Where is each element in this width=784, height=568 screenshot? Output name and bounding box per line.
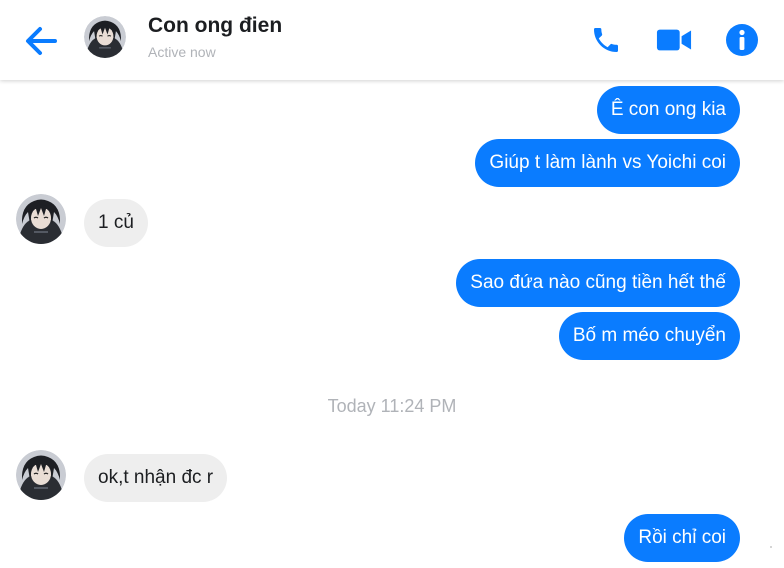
message-bubble-outgoing[interactable]: Ê con ong kia [596,86,740,134]
info-icon [726,24,758,56]
back-button[interactable] [22,24,60,58]
contact-avatar[interactable] [84,16,126,58]
messenger-chat-screen: Con ong đien Active now Ê con ong kia Gi… [0,0,784,568]
message-bubble-outgoing[interactable]: Sao đứa nào cũng tiền hết thế [456,259,740,307]
video-call-button[interactable] [656,22,692,58]
contact-name[interactable]: Con ong đien [148,14,282,38]
scroll-indicator [770,546,772,548]
message-bubble-outgoing[interactable]: Rồi chỉ coi [624,514,740,562]
message-bubble-incoming[interactable]: ok,t nhận đc r [84,454,228,502]
sender-avatar[interactable] [16,450,66,500]
sender-avatar[interactable] [16,194,66,244]
message-timestamp: Today 11:24 PM [327,396,457,416]
video-camera-icon [656,29,692,51]
message-bubble-incoming[interactable]: 1 củ [84,199,148,247]
message-bubble-outgoing[interactable]: Giúp t làm lành vs Yoichi coi [475,139,740,187]
info-button[interactable] [724,22,760,58]
call-button[interactable] [588,22,624,58]
chat-header: Con ong đien Active now [0,0,784,80]
phone-icon [594,28,618,52]
message-bubble-outgoing[interactable]: Bố m méo chuyển [558,312,740,360]
arrow-left-icon [26,27,57,55]
active-status: Active now [148,44,216,60]
